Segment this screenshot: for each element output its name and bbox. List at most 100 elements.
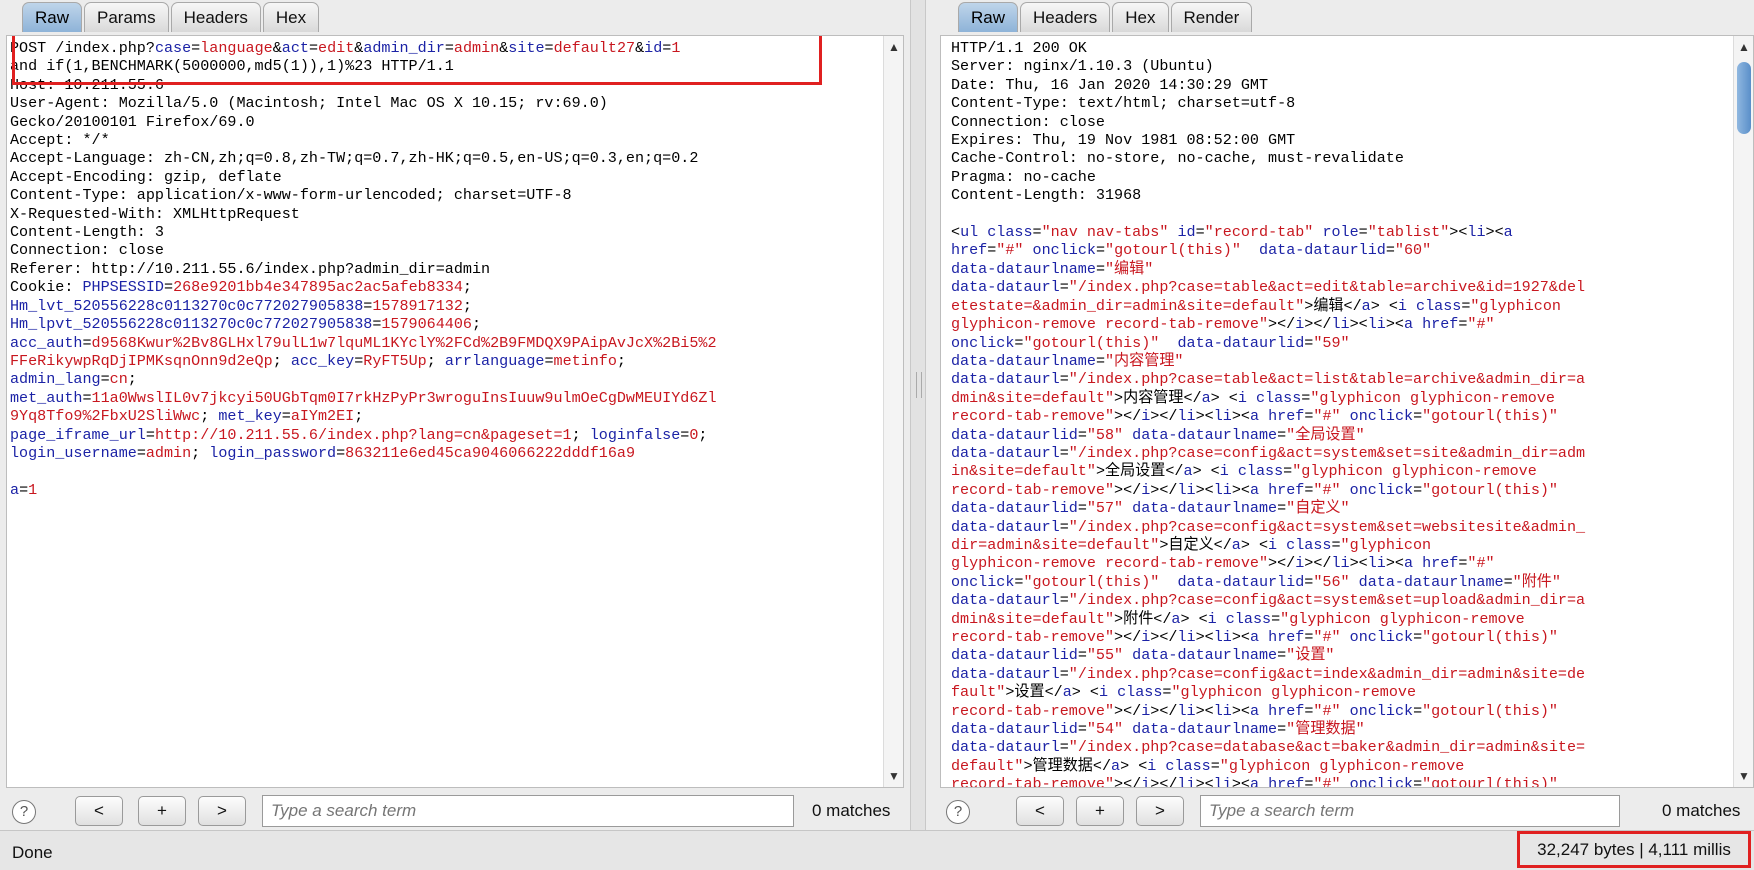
code-token: >< [1349, 315, 1368, 334]
code-token: = [987, 241, 997, 260]
response-editor[interactable]: HTTP/1.1 200 OK Server: nginx/1.10.3 (Ubu… [940, 35, 1754, 788]
code-token: "gotourl(this)" [1422, 628, 1558, 646]
code-line: onclick="gotourl(this)" data-dataurlid="… [951, 573, 1729, 591]
code-token: loginfalse [589, 425, 681, 444]
tab-hex[interactable]: Hex [262, 2, 320, 32]
code-token: page_iframe_url [10, 425, 146, 444]
request-text[interactable]: POST /index.php?case=language&act=edit&a… [10, 36, 879, 499]
request-pane: Raw Params Headers Hex POST /index.php?c… [0, 0, 910, 830]
code-token: data-dataurl [951, 278, 1060, 297]
help-icon[interactable]: ? [946, 800, 970, 824]
response-scrollbar[interactable]: ▲ ▼ [1733, 36, 1753, 787]
code-token: "56" [1313, 572, 1350, 591]
code-token: "#" [1313, 407, 1341, 426]
code-token: "/index.php?case=database&act=baker&admi… [1068, 738, 1586, 757]
code-line: fault">设置</a> <i class="glyphicon glyphi… [951, 683, 1729, 701]
code-line: href="#" onclick="gotourl(this)" data-da… [951, 241, 1729, 259]
code-token: dmin&site=default" [951, 388, 1115, 407]
code-line: data-dataurl="/index.php?case=table&act=… [951, 278, 1729, 296]
code-line: login_username=admin; login_password=863… [10, 444, 879, 462]
code-token: onclick [1349, 628, 1414, 646]
request-scrollbar[interactable]: ▲ ▼ [883, 36, 903, 787]
code-token: ></ [1150, 407, 1178, 426]
code-token: = [1283, 462, 1293, 481]
code-token: ></ [1268, 315, 1296, 334]
scroll-down-icon[interactable]: ▼ [886, 768, 902, 784]
code-line: Pragma: no-cache [951, 168, 1729, 186]
prev-button[interactable]: < [1016, 796, 1064, 826]
code-token: ; [272, 351, 291, 370]
tab-render[interactable]: Render [1170, 2, 1253, 32]
response-text[interactable]: HTTP/1.1 200 OK Server: nginx/1.10.3 (Ubu… [951, 39, 1729, 787]
code-line: default">管理数据</a> <i class="glyphicon gl… [951, 757, 1729, 775]
code-token: href [1268, 628, 1305, 646]
response-search-bar: ? < + > 0 matches [926, 790, 1754, 830]
code-token: i [1141, 407, 1151, 426]
grip-handle[interactable] [916, 372, 922, 398]
next-button[interactable]: > [198, 796, 246, 826]
tab-headers[interactable]: Headers [1020, 2, 1111, 32]
next-button[interactable]: > [1136, 796, 1184, 826]
code-token: record-tab-remove" [951, 480, 1115, 499]
tab-headers[interactable]: Headers [170, 2, 261, 32]
code-token: >< [1385, 554, 1404, 573]
code-token: = [82, 333, 92, 352]
code-token: & [635, 39, 645, 57]
tab-raw[interactable]: Raw [22, 2, 83, 32]
scroll-up-icon[interactable]: ▲ [1736, 39, 1752, 55]
code-token: class [1286, 535, 1332, 554]
scroll-down-icon[interactable]: ▼ [1736, 768, 1752, 784]
code-token: onclick [1349, 407, 1414, 426]
scroll-thumb[interactable] [1737, 62, 1751, 134]
code-token: "管理数据" [1286, 720, 1365, 739]
search-input[interactable] [262, 795, 794, 827]
code-token: "/index.php?case=config&act=index&admin_… [1068, 664, 1586, 683]
code-token: X-Requested-With: XMLHttpRequest [10, 204, 300, 223]
code-token: record-tab-remove" [951, 701, 1115, 720]
code-token: site [508, 39, 545, 57]
tab-raw[interactable]: Raw [958, 2, 1019, 32]
code-token: href [1268, 480, 1305, 499]
code-line: Date: Thu, 16 Jan 2020 14:30:29 GMT [951, 76, 1729, 94]
code-token: a [10, 480, 20, 499]
code-token: role [1322, 223, 1359, 242]
status-text: Done [12, 843, 53, 862]
code-token: and if(1,BENCHMARK(5000000,md5(1)),1)%23… [10, 57, 454, 76]
code-token: "设置" [1286, 646, 1335, 665]
tab-hex[interactable]: Hex [1112, 2, 1169, 32]
code-token: > < [1210, 388, 1238, 407]
code-token: data-dataurlid [951, 646, 1078, 665]
code-token: >< [1195, 701, 1214, 720]
code-token: = [354, 351, 364, 370]
code-line: Accept-Encoding: gzip, deflate [10, 168, 879, 186]
code-token: i [1237, 388, 1247, 407]
code-token: default" [951, 756, 1024, 775]
code-token: onclick [1349, 480, 1414, 499]
code-token: >< [1349, 554, 1368, 573]
search-input[interactable] [1200, 795, 1620, 827]
code-token: = [444, 39, 454, 57]
code-token: < [951, 223, 961, 242]
code-line: record-tab-remove"></i></li><li><a href=… [951, 407, 1729, 425]
code-token: = [544, 351, 554, 370]
scroll-up-icon[interactable]: ▲ [886, 39, 902, 55]
code-token: = [336, 443, 346, 462]
code-token: a [1249, 407, 1260, 426]
add-button[interactable]: + [138, 796, 186, 826]
request-editor[interactable]: POST /index.php?case=language&act=edit&a… [6, 35, 904, 788]
tab-params[interactable]: Params [84, 2, 169, 32]
prev-button[interactable]: < [75, 796, 123, 826]
code-token: "内容管理" [1105, 351, 1184, 370]
code-token: "#" [996, 241, 1024, 260]
code-token: 1 [28, 480, 38, 499]
split-divider[interactable] [910, 0, 926, 830]
code-line: Server: nginx/1.10.3 (Ubuntu) [951, 57, 1729, 75]
code-token: a [1183, 462, 1193, 481]
add-button[interactable]: + [1076, 796, 1124, 826]
help-icon[interactable]: ? [12, 800, 36, 824]
code-token: "附件" [1512, 572, 1561, 591]
code-token: etestate=&admin_dir=admin&site=default" [951, 296, 1305, 315]
